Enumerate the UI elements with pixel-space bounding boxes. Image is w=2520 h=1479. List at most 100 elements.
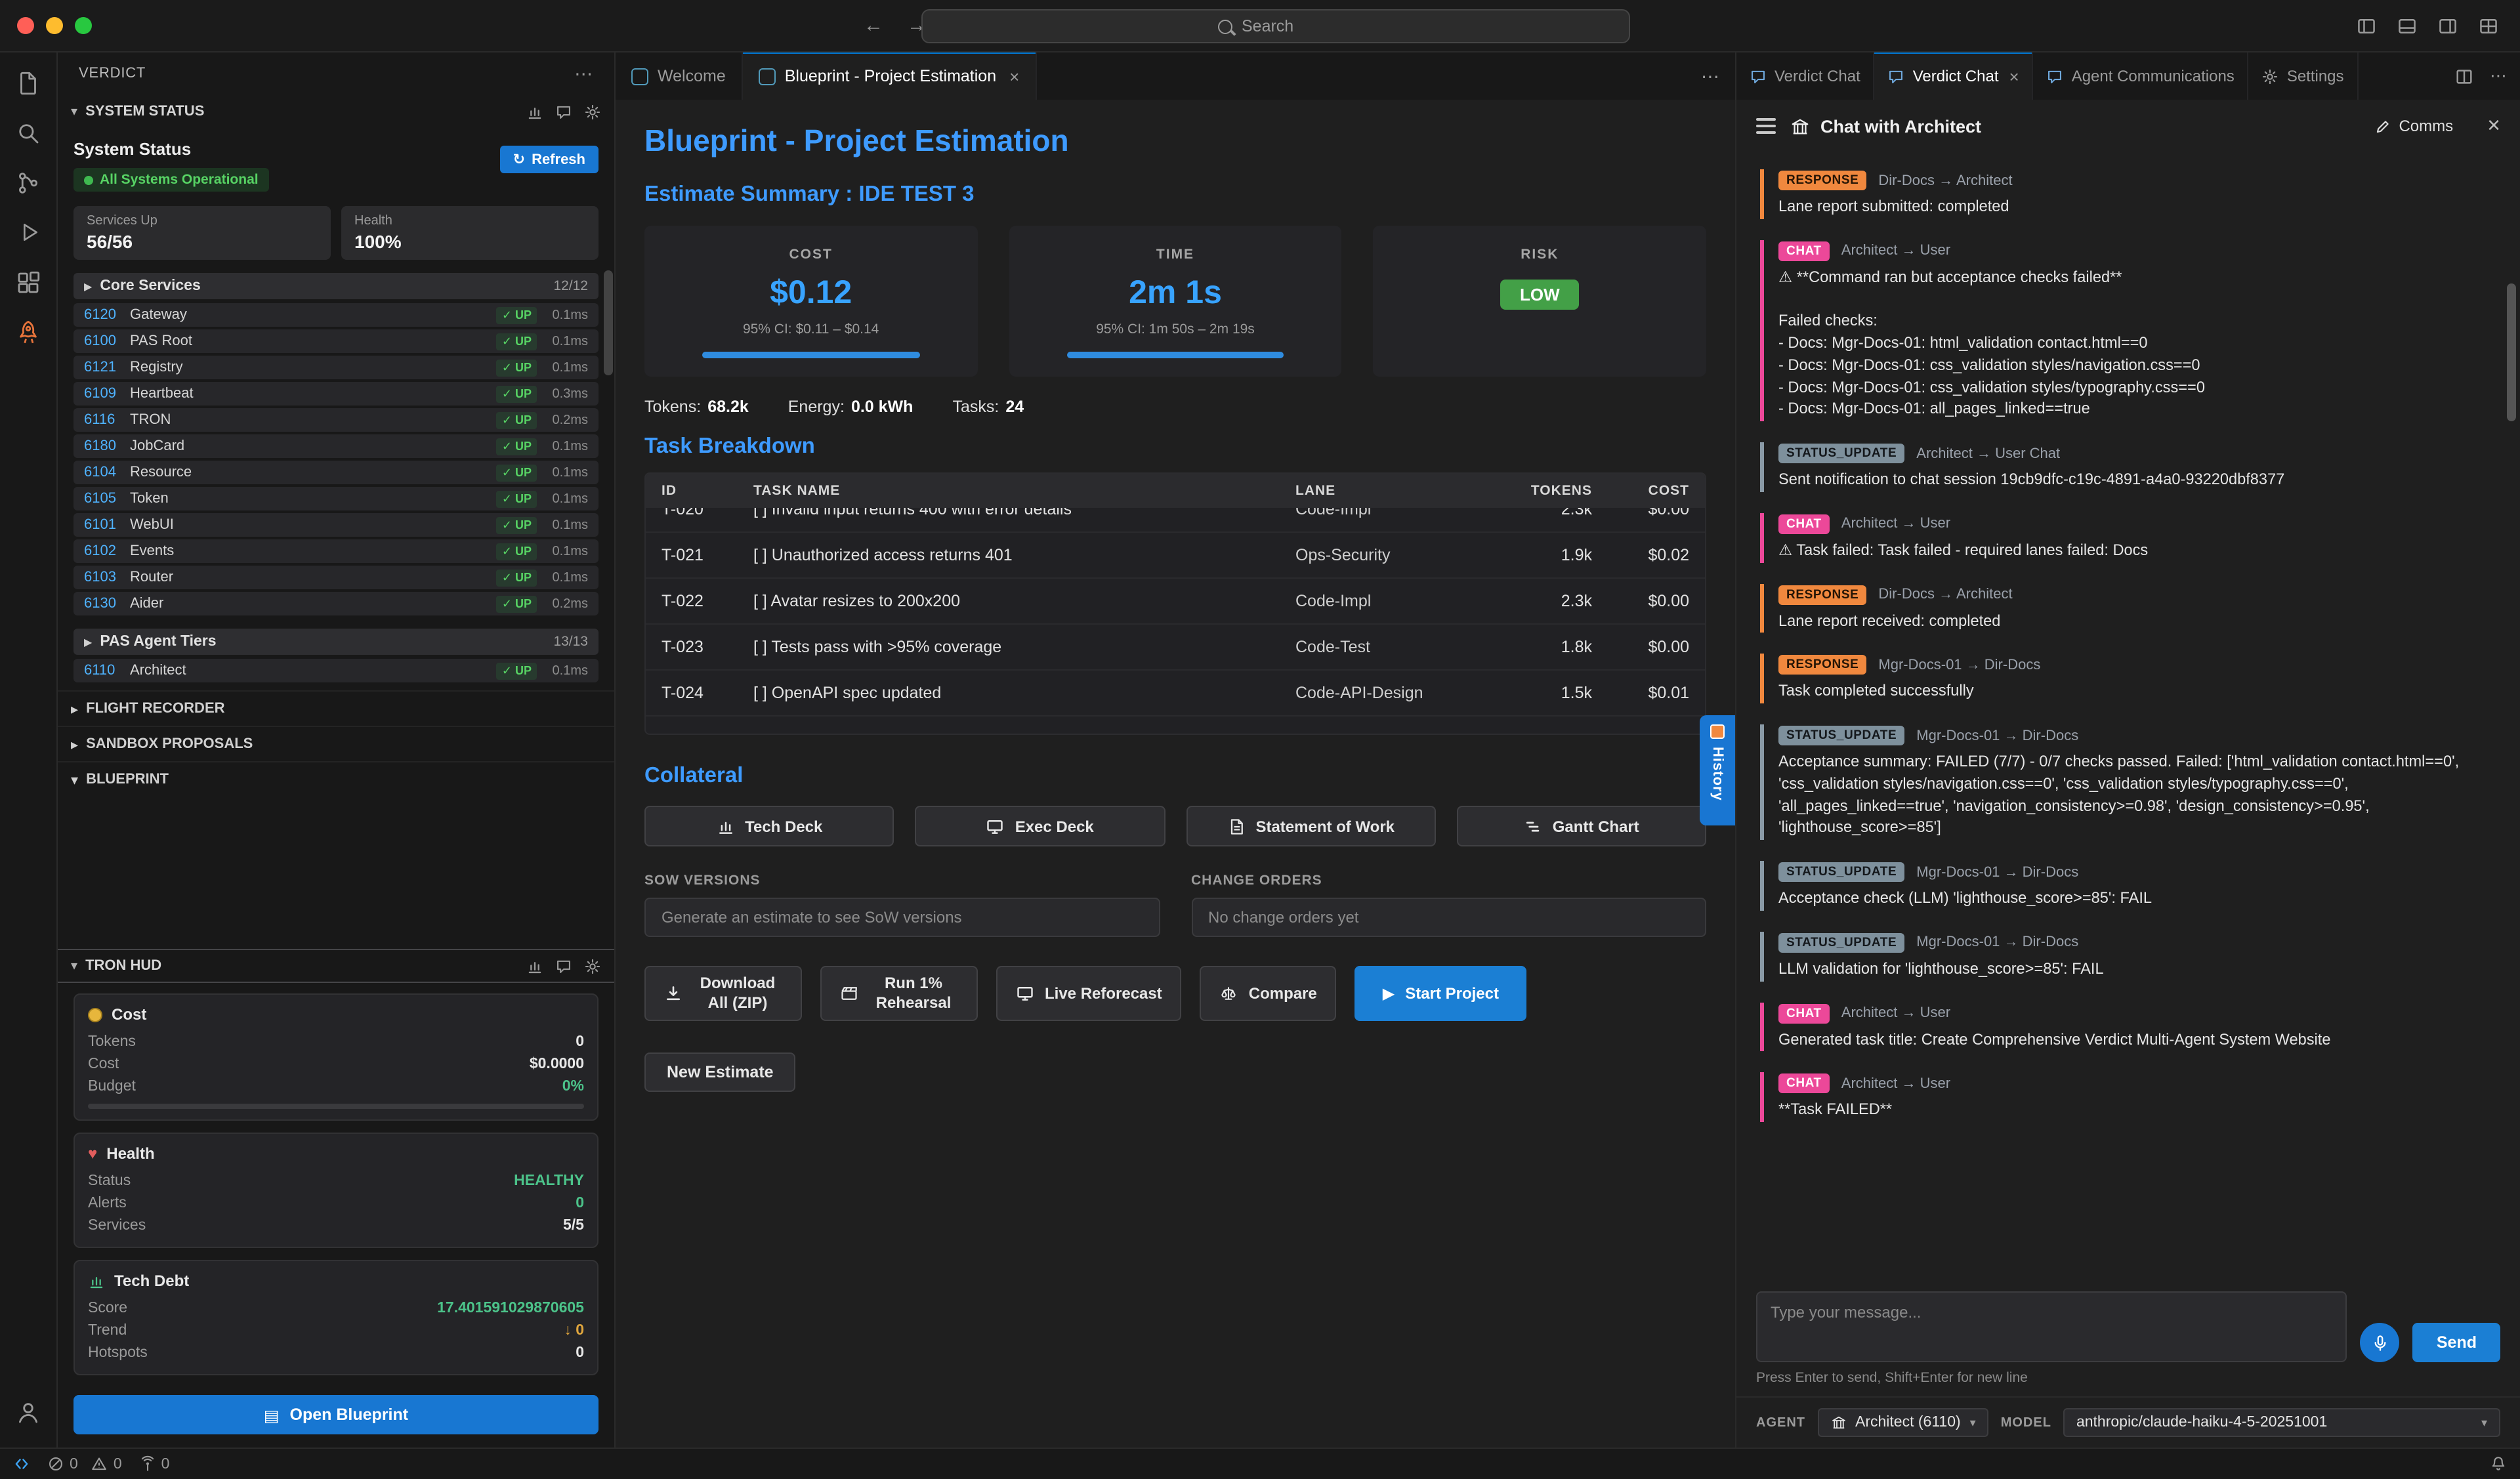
- message-body: ⚠ Task failed: Task failed - required la…: [1778, 539, 2488, 562]
- tech-deck-button[interactable]: Tech Deck: [644, 806, 894, 846]
- collapsed-section-header[interactable]: ▸ FLIGHT RECORDER: [58, 690, 614, 726]
- split-editor-icon[interactable]: [2454, 66, 2474, 86]
- up-badge: ✓ UP: [497, 464, 537, 481]
- search-input[interactable]: [1242, 17, 1334, 35]
- group-pas-agent-tiers[interactable]: ▶ PAS Agent Tiers 13/13: [74, 629, 598, 655]
- new-estimate-button[interactable]: New Estimate: [644, 1052, 796, 1092]
- menu-icon[interactable]: [1756, 118, 1776, 134]
- sidebar-scrollbar-thumb[interactable]: [604, 270, 613, 375]
- chat-message: CHAT Architect → User Generated task tit…: [1760, 1002, 2488, 1052]
- toggle-panel-icon[interactable]: [2397, 15, 2418, 36]
- customize-layout-icon[interactable]: [2478, 15, 2499, 36]
- back-icon[interactable]: ←: [864, 14, 883, 37]
- section-system-status[interactable]: ▾ SYSTEM STATUS: [58, 94, 614, 129]
- message-type-badge: RESPONSE: [1778, 656, 1866, 675]
- problems-indicator[interactable]: 0 0: [47, 1455, 122, 1472]
- bar-chart-icon: [716, 817, 734, 835]
- message-type-badge: CHAT: [1778, 1074, 1830, 1094]
- status-badge: All Systems Operational: [74, 168, 269, 192]
- comment-icon[interactable]: [555, 957, 572, 974]
- collapsed-section-header[interactable]: ▸ SANDBOX PROPOSALS: [58, 726, 614, 761]
- explorer-icon[interactable]: [0, 58, 57, 108]
- run-rehearsal-button[interactable]: Run 1% Rehearsal: [820, 966, 978, 1021]
- account-icon[interactable]: [0, 1387, 57, 1437]
- tab-agent-communications[interactable]: Agent Communications: [2034, 52, 2249, 100]
- up-badge: ✓ UP: [497, 333, 537, 350]
- ports-indicator[interactable]: 0: [139, 1455, 170, 1472]
- message-input[interactable]: [1756, 1291, 2347, 1362]
- status-stats: Services Up 56/56 Health 100%: [74, 206, 598, 260]
- service-row: 6120 Gateway ✓ UP 0.1ms: [74, 303, 598, 327]
- agent-select[interactable]: Architect (6110) ▾: [1817, 1408, 1989, 1437]
- command-search-box[interactable]: [921, 9, 1630, 43]
- run-debug-icon[interactable]: [0, 207, 57, 257]
- minimize-window-button[interactable]: [46, 17, 63, 34]
- sidebar-more-icon[interactable]: ⋯: [574, 62, 593, 85]
- live-reforecast-button[interactable]: Live Reforecast: [996, 966, 1182, 1021]
- section-blueprint[interactable]: ▾ BLUEPRINT: [58, 761, 614, 797]
- chart-icon[interactable]: [526, 103, 543, 120]
- chevron-down-icon: ▾: [71, 959, 77, 973]
- clapper-icon: [840, 984, 858, 1003]
- exec-deck-button[interactable]: Exec Deck: [915, 806, 1166, 846]
- download-all-zip-button[interactable]: Download All (ZIP): [644, 966, 802, 1021]
- change-orders-empty: No change orders yet: [1191, 898, 1706, 937]
- tab-blueprint-project-estimation[interactable]: Blueprint - Project Estimation ×: [743, 52, 1037, 100]
- service-row: 6130 Aider ✓ UP 0.2ms: [74, 592, 598, 615]
- message-body: **Task FAILED**: [1778, 1099, 2488, 1121]
- bell-icon[interactable]: [2490, 1455, 2507, 1472]
- close-window-button[interactable]: [17, 17, 34, 34]
- hud-cost-card: Cost Tokens 0 Cost $0.0000: [74, 993, 598, 1121]
- model-select[interactable]: anthropic/claude-haiku-4-5-20251001 ▾: [2063, 1408, 2500, 1437]
- send-button[interactable]: Send: [2413, 1323, 2500, 1362]
- search-sidebar-icon[interactable]: [0, 108, 57, 157]
- toggle-sidebar-left-icon[interactable]: [2356, 15, 2377, 36]
- tab-settings[interactable]: Settings: [2249, 52, 2359, 100]
- gear-icon[interactable]: [584, 103, 601, 120]
- statement-of-work-button[interactable]: Statement of Work: [1186, 806, 1436, 846]
- up-badge: ✓ UP: [497, 385, 537, 402]
- tab-welcome[interactable]: Welcome: [616, 52, 743, 100]
- remote-indicator[interactable]: [13, 1455, 30, 1472]
- tab-verdict-chat-2[interactable]: Verdict Chat ×: [1875, 52, 2034, 100]
- close-tab-icon[interactable]: ×: [2009, 66, 2019, 86]
- status-dot-icon: [84, 175, 93, 184]
- close-chat-icon[interactable]: ×: [2487, 113, 2500, 139]
- comment-icon[interactable]: [555, 103, 572, 120]
- zoom-window-button[interactable]: [75, 17, 92, 34]
- compare-button[interactable]: Compare: [1200, 966, 1337, 1021]
- open-blueprint-button[interactable]: ▤ Open Blueprint: [74, 1395, 598, 1434]
- chat-message: STATUS_UPDATE Mgr-Docs-01 → Dir-Docs Acc…: [1760, 724, 2488, 840]
- gantt-chart-button[interactable]: Gantt Chart: [1457, 806, 1707, 846]
- section-tron-hud[interactable]: ▾ TRON HUD: [58, 949, 614, 983]
- comms-button[interactable]: Comms: [2374, 117, 2453, 135]
- group-core-services[interactable]: ▶ Core Services 12/12: [74, 273, 598, 299]
- hud-health-card: ♥Health Status HEALTHY Alerts 0: [74, 1133, 598, 1248]
- cost-card: COST $0.12 95% CI: $0.11 – $0.14: [644, 226, 977, 377]
- gear-icon[interactable]: [584, 957, 601, 974]
- task-table-body[interactable]: T-020 [ ] Invalid input returns 400 with…: [646, 508, 1705, 734]
- building-icon: [1790, 116, 1810, 136]
- sow-versions-select[interactable]: Generate an estimate to see SoW versions: [644, 898, 1160, 937]
- start-project-button[interactable]: ▶Start Project: [1355, 966, 1526, 1021]
- coin-icon: [88, 1007, 102, 1022]
- panel-more-icon[interactable]: ⋯: [2490, 66, 2507, 87]
- extensions-icon[interactable]: [0, 257, 57, 307]
- scales-icon: [1220, 984, 1238, 1003]
- editor-actions-more-icon[interactable]: ⋯: [1685, 65, 1735, 87]
- refresh-button[interactable]: ↻ Refresh: [500, 146, 598, 173]
- close-tab-icon[interactable]: ×: [1009, 66, 1019, 86]
- source-control-icon[interactable]: [0, 157, 57, 207]
- history-tab[interactable]: History: [1700, 715, 1735, 825]
- estimate-summary-heading: Estimate Summary : IDE TEST 3: [644, 182, 1706, 207]
- verdict-extension-icon[interactable]: [0, 307, 57, 357]
- tab-verdict-chat-1[interactable]: Verdict Chat: [1736, 52, 1875, 100]
- chat-scrollbar-thumb[interactable]: [2507, 283, 2516, 421]
- service-row: 6105 Token ✓ UP 0.1ms: [74, 487, 598, 510]
- right-panel-tab-bar: Verdict Chat Verdict Chat × Agent Commun…: [1736, 52, 2520, 100]
- mic-button[interactable]: [2361, 1323, 2400, 1362]
- toggle-sidebar-right-icon[interactable]: [2437, 15, 2458, 36]
- chart-icon[interactable]: [526, 957, 543, 974]
- service-row: 6102 Events ✓ UP 0.1ms: [74, 539, 598, 563]
- message-route: Dir-Docs → Architect: [1878, 587, 2012, 602]
